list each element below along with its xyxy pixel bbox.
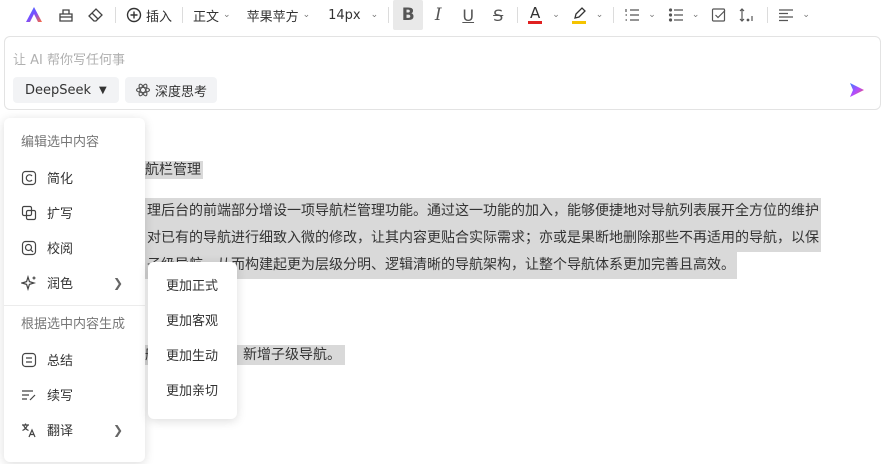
submenu-item-vivid[interactable]: 更加生动 [148,339,237,374]
menu-item-translate[interactable]: 翻译 ❯ [4,412,145,447]
deep-think-label: 深度思考 [155,84,208,100]
proofread-icon [20,239,38,257]
ordered-list-button[interactable]: ⌄ [618,0,662,30]
deep-think-icon [135,83,151,97]
toolbar-divider [517,7,519,23]
ai-prompt-panel: 让 AI 帮你写任何事 DeepSeek ▼ 深度思考 [4,36,881,110]
chevron-down-icon: ▼ [99,84,107,96]
ordered-list-icon [625,9,640,21]
submenu-item-objective[interactable]: 更加客观 [148,304,237,339]
doc-heading-text: 航栏管理 [145,161,203,179]
align-left-icon [779,9,794,22]
polish-submenu: 更加正式 更加客观 更加生动 更加亲切 [148,262,237,419]
ai-logo-icon [26,7,42,22]
format-painter-icon [59,9,73,22]
line-height-button[interactable] [733,0,763,30]
heading-style-value: 正文 [193,9,220,25]
toolbar-divider [115,7,116,23]
model-select-value: DeepSeek [25,82,92,98]
model-select[interactable]: DeepSeek ▼ [13,77,119,103]
menu-item-summary[interactable]: 总结 [4,342,145,377]
strikethrough-button[interactable]: S [483,0,513,30]
font-family-dropdown[interactable]: 苹果苹方 ⌄ [241,0,317,30]
chevron-down-icon: ⌄ [370,10,379,20]
bold-button[interactable]: B [393,0,424,30]
menu-item-polish[interactable]: 润色 ❯ [4,265,145,300]
insert-label: 插入 [146,9,173,25]
menu-item-simplify[interactable]: 简化 [4,160,145,195]
doc-heading: 航栏管理 [145,160,203,180]
chevron-down-icon: ⌄ [648,10,656,20]
font-family-value: 苹果苹方 [246,9,299,25]
underline-button[interactable]: U [453,0,483,30]
summary-icon [20,351,38,369]
toolbar-divider [767,7,769,23]
highlight-color-button[interactable]: ⌄ [566,0,610,30]
menu-divider [4,305,145,306]
toolbar-divider [388,7,390,23]
expand-icon [20,204,38,222]
menu-item-label: 总结 [47,354,74,369]
menu-section-edit: 编辑选中内容 [21,135,100,150]
chevron-down-icon: ⌄ [802,10,810,20]
menu-item-expand[interactable]: 扩写 [4,195,145,230]
ai-prompt-input[interactable]: 让 AI 帮你写任何事 [13,49,125,68]
menu-item-label: 润色 [47,277,74,292]
menu-item-proofread[interactable]: 校阅 [4,230,145,265]
send-icon[interactable] [848,81,866,99]
doc-paragraph: 理后台的前端部分增设一项导航栏管理功能。通过这一功能的加入，能够便捷地对导航列表… [145,198,821,279]
checkbox-icon [712,8,726,22]
chevron-down-icon: ⌄ [691,10,700,20]
polish-icon [20,274,38,292]
toolbar-divider [613,7,615,23]
doc-para-line: 对已有的导航进行细致入微的修改，让其内容更贴合实际需求；亦或是果断地删除那些不再… [145,225,821,252]
text-color-button[interactable]: A ⌄ [522,0,566,30]
submenu-item-friendly[interactable]: 更加亲切 [148,374,237,409]
doc-para-line: 理后台的前端部分增设一项导航栏管理功能。通过这一功能的加入，能够便捷地对导航列表… [145,198,821,225]
bullet-list-icon [668,8,683,22]
task-list-button[interactable] [705,0,733,30]
menu-item-label: 校阅 [47,242,74,257]
simplify-icon [20,169,38,187]
menu-item-label: 翻译 [47,424,74,439]
plus-circle-icon [126,7,142,23]
highlighter-icon [571,6,586,24]
translate-icon [20,421,38,439]
italic-button[interactable]: I [423,0,453,30]
italic-icon: I [434,5,442,25]
menu-item-label: 扩写 [47,207,74,222]
ai-logo-button[interactable] [0,0,51,30]
bold-icon: B [401,5,415,25]
format-painter-button[interactable] [51,0,81,30]
continue-icon [20,386,38,404]
font-size-dropdown[interactable]: 14px ⌄ [322,0,384,30]
align-button[interactable]: ⌄ [772,0,816,30]
bullet-list-button[interactable]: ⌄ [662,0,706,30]
toolbar-divider [182,7,184,23]
chevron-down-icon: ⌄ [223,10,231,20]
menu-section-generate: 根据选中内容生成 [21,317,126,332]
menu-item-label: 续写 [47,389,74,404]
chevron-down-icon: ⌄ [595,10,604,20]
chevron-right-icon: ❯ [112,275,123,290]
line-spacing-icon [739,8,753,22]
menu-item-continue[interactable]: 续写 [4,377,145,412]
eraser-icon [88,8,103,22]
underline-icon: U [462,5,475,25]
ai-edit-menu: 编辑选中内容 简化 扩写 校阅 润色 ❯ 根据选中内容生成 总结 续写 翻译 ❯ [4,118,145,462]
deep-think-button[interactable]: 深度思考 [125,77,218,103]
insert-button[interactable]: 插入 [120,0,178,30]
editor-toolbar: 插入 正文 ⌄ 苹果苹方 ⌄ 14px ⌄ B I U S A ⌄ ⌄ ⌄ ⌄ … [0,0,881,30]
menu-item-label: 简化 [47,172,74,187]
font-size-value: 14px [328,7,361,23]
heading-style-dropdown[interactable]: 正文 ⌄ [187,0,237,30]
text-color-icon: A [528,4,543,24]
chevron-down-icon: ⌄ [552,10,560,20]
clear-format-button[interactable] [81,0,111,30]
submenu-item-formal[interactable]: 更加正式 [148,269,237,304]
chevron-right-icon: ❯ [112,422,123,437]
strikethrough-icon: S [493,5,504,25]
chevron-down-icon: ⌄ [302,10,311,20]
